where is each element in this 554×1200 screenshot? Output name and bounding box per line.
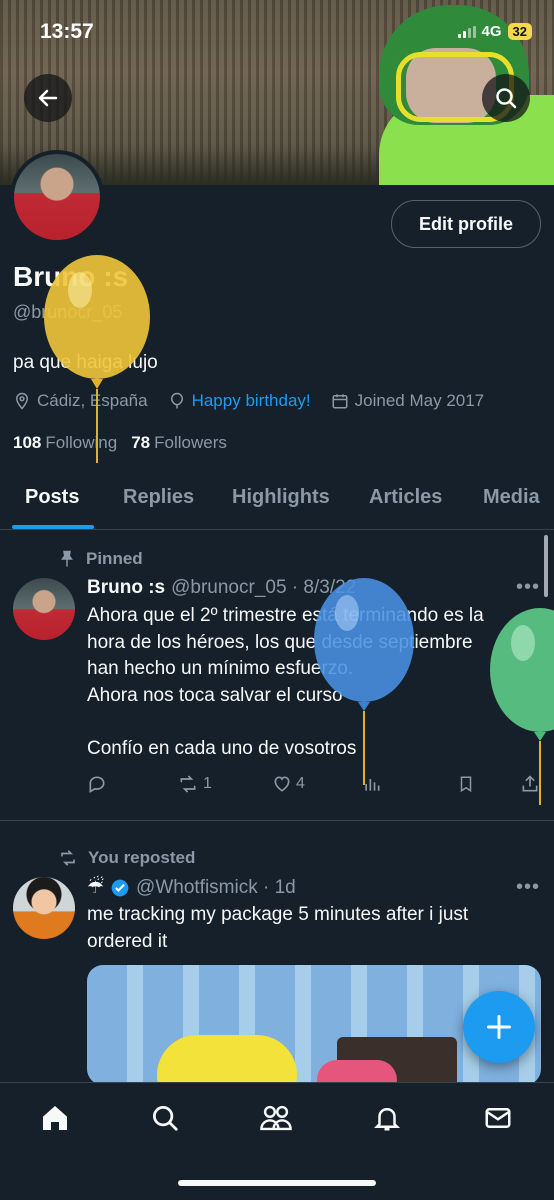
following-link[interactable]: 108 Following	[13, 433, 117, 453]
joined-text: Joined May 2017	[354, 391, 485, 410]
nav-messages[interactable]	[481, 1101, 515, 1135]
following-count: 108	[13, 433, 42, 452]
tab-articles[interactable]: Articles	[369, 486, 442, 509]
following-label: Following	[45, 433, 118, 452]
plus-icon	[487, 1015, 511, 1039]
profile-bio: pa que haiga lujo	[13, 352, 158, 373]
followers-label: Followers	[154, 433, 227, 452]
follow-stats: 108 Following 78 Followers	[13, 433, 227, 453]
search-button[interactable]	[482, 74, 530, 122]
battery-level: 32	[507, 23, 532, 40]
post-header: ☔ @Whotfismick · 1d	[87, 876, 296, 899]
post-line: Confío en cada uno de vosotros	[87, 737, 357, 759]
repost-label: You reposted	[58, 848, 195, 868]
verified-icon	[111, 879, 129, 896]
post-actions: 1 4	[87, 774, 542, 798]
communities-icon	[260, 1105, 292, 1131]
nav-communities[interactable]	[259, 1101, 293, 1135]
birthday-item[interactable]: Happy birthday!	[168, 391, 311, 411]
location-icon	[15, 392, 29, 410]
post-divider	[0, 820, 554, 821]
repost-icon	[61, 850, 75, 866]
reply-icon	[89, 776, 105, 793]
repost-count: 1	[203, 775, 212, 792]
bookmark-icon	[460, 776, 472, 793]
post-more-button[interactable]: •••	[516, 876, 540, 899]
post-meta: @brunocr_05 · 8/3/22	[171, 577, 357, 598]
home-icon	[43, 1106, 67, 1130]
like-icon	[274, 776, 290, 792]
post-line: hora de los héroes, los que desde septie…	[87, 631, 473, 653]
pin-icon	[61, 550, 73, 567]
tab-replies[interactable]: Replies	[123, 486, 194, 509]
post-meta: @Whotfismick · 1d	[136, 876, 296, 898]
views-icon	[365, 779, 380, 791]
compose-button[interactable]	[463, 991, 535, 1063]
post-author-name[interactable]: Bruno :s	[87, 577, 165, 598]
post-line: me tracking my package 5 minutes after i…	[87, 904, 469, 925]
profile-avatar[interactable]	[10, 150, 104, 244]
profile-name: Bruno :s	[13, 261, 129, 292]
post-line: ordered it	[87, 930, 168, 952]
search-icon	[496, 88, 517, 109]
back-button[interactable]	[24, 74, 72, 122]
profile-tabs: Posts Replies Highlights Articles Media	[0, 470, 554, 530]
pinned-text: Pinned	[86, 549, 143, 568]
post-author-name[interactable]: ☔	[87, 876, 104, 899]
repost-button[interactable]: 1	[177, 774, 212, 794]
views-button[interactable]	[362, 774, 382, 794]
network-label: 4G	[481, 23, 502, 40]
active-tab-indicator	[12, 525, 94, 529]
profile-handle: @brunocr_05	[13, 302, 123, 322]
pinned-label: Pinned	[58, 549, 143, 569]
post-avatar[interactable]	[13, 877, 75, 939]
back-arrow-icon	[38, 89, 58, 107]
nav-search[interactable]	[148, 1101, 182, 1135]
signal-icon	[457, 25, 476, 38]
mail-icon	[485, 1108, 511, 1128]
repost-icon	[180, 775, 196, 793]
location-item: Cádiz, España	[13, 391, 148, 411]
balloon-icon	[170, 392, 183, 409]
search-icon	[153, 1106, 178, 1131]
birthday-text[interactable]: Happy birthday!	[192, 391, 311, 411]
home-indicator[interactable]	[178, 1180, 376, 1186]
joined-item: Joined May 2017	[331, 391, 484, 411]
tab-posts[interactable]: Posts	[25, 486, 79, 509]
status-time: 13:57	[40, 20, 94, 43]
status-indicators: 4G 32	[457, 23, 532, 40]
like-button[interactable]: 4	[272, 774, 305, 794]
bell-icon	[373, 1107, 401, 1131]
tab-media[interactable]: Media	[483, 486, 540, 509]
post-line: Ahora nos toca salvar el curso	[87, 684, 343, 706]
like-count: 4	[296, 775, 305, 792]
post-line: Ahora que el 2º trimestre está terminand…	[87, 605, 484, 626]
repost-text: You reposted	[88, 848, 196, 867]
calendar-icon	[332, 394, 348, 409]
location-text: Cádiz, España	[37, 391, 148, 410]
nav-notifications[interactable]	[370, 1101, 404, 1135]
followers-count: 78	[131, 433, 151, 452]
post-avatar[interactable]	[13, 578, 75, 640]
post-line: han hecho un mínimo esfuerzo.	[87, 658, 354, 679]
nav-home[interactable]	[38, 1101, 72, 1135]
share-button[interactable]	[520, 774, 540, 794]
post-text: me tracking my package 5 minutes after i…	[87, 902, 468, 955]
followers-link[interactable]: 78 Followers	[131, 433, 227, 453]
bookmark-button[interactable]	[457, 774, 475, 794]
post-text: Ahora que el 2º trimestre está terminand…	[87, 603, 484, 762]
profile-meta: Cádiz, España Happy birthday! Joined May…	[13, 391, 484, 411]
scrollbar[interactable]	[544, 535, 548, 597]
tab-highlights[interactable]: Highlights	[232, 486, 330, 509]
post-more-button[interactable]: •••	[516, 576, 540, 599]
share-icon	[522, 775, 538, 792]
post-header: Bruno :s @brunocr_05 · 8/3/22	[87, 577, 356, 599]
reply-button[interactable]	[87, 774, 107, 794]
edit-profile-button[interactable]: Edit profile	[391, 200, 541, 248]
